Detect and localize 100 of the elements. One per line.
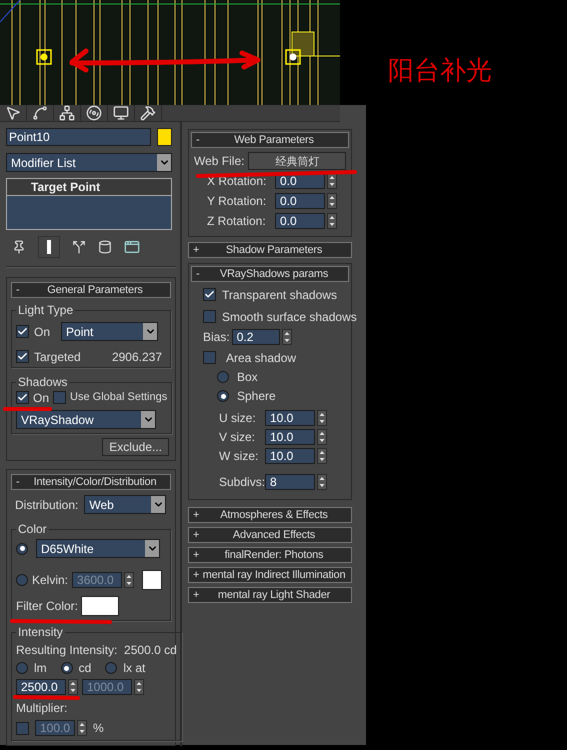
annotation-label: 阳台补光 [388,56,492,86]
rollout-header[interactable]: + finalRender: Photons [188,547,352,563]
group-label: Light Type [17,304,74,316]
radio-label: Box [237,371,258,383]
target-distance: 2906.237 [112,350,162,362]
color-swatch[interactable] [142,570,162,590]
spinner-arrows-icon[interactable] [134,679,144,695]
spinner-field[interactable]: 10.0 [265,448,315,464]
spinner-arrows-icon[interactable] [317,429,327,445]
field-label: Kelvin: [32,574,68,586]
radio-button[interactable] [105,662,118,674]
color-swatch[interactable] [157,128,172,146]
spinner-arrows-icon[interactable] [282,329,292,345]
checkbox[interactable] [16,391,29,404]
rollout-header[interactable]: + mental ray Light Shader [188,587,352,603]
spinner-arrows-icon[interactable] [317,410,327,426]
rollout-header[interactable]: + Advanced Effects [188,527,352,543]
wheel-icon [86,105,102,121]
rollout-header[interactable]: + Shadow Parameters [188,242,352,258]
checkbox-label: On [33,392,50,404]
radio-button[interactable] [16,662,28,674]
spinner-arrows-icon[interactable] [77,720,87,736]
radio-label: lm [34,662,47,674]
radio-label: cd [78,662,92,674]
checkbox-label: Area shadow [226,352,296,364]
spinner-field[interactable]: 2500.0 [16,679,66,695]
field-label: Multiplier: [16,701,68,715]
rollout-header[interactable]: - Intensity/Color/Distribution [11,474,171,490]
exclude-button[interactable]: Exclude... [102,438,169,456]
cylinder-icon[interactable] [98,240,112,254]
rollout-header[interactable]: + Atmospheres & Effects [188,507,352,523]
resulting-intensity: Resulting Intensity: 2500.0 cd [16,643,177,657]
caret-icon [145,540,159,557]
field-label: W size: [219,449,258,463]
field-label: V size: [219,430,256,444]
annotation-underline [13,695,80,700]
spinner-field[interactable]: 0.2 [232,329,280,345]
radio-button[interactable] [217,371,229,383]
spinner-field[interactable]: 10.0 [265,410,315,426]
spinner-field[interactable]: 10.0 [265,429,315,445]
color-swatch[interactable] [81,596,120,616]
dropdown[interactable]: Point [61,322,158,341]
rollout-header[interactable]: - General Parameters [11,282,171,298]
rollout-header[interactable]: + mental ray Indirect Illumination [188,567,352,583]
field-label: Bias: [203,331,230,343]
object-name-field[interactable]: Point10 [6,128,151,146]
rollout-header[interactable]: - VRayShadows params [191,266,349,282]
field-label: Filter Color: [16,600,78,612]
dropdown[interactable]: D65White [36,539,160,558]
pin-icon[interactable] [12,240,26,254]
field-label: Z Rotation: [207,214,266,228]
checkbox[interactable] [16,350,29,363]
dropdown[interactable]: Web [84,495,166,514]
monitor-icon [113,105,129,121]
stack-item[interactable]: Target Point [7,179,171,196]
checkbox-label: Use Global Settings [70,392,168,403]
checkbox[interactable] [203,310,216,323]
spinner-arrows-icon[interactable] [124,572,134,588]
checkbox-label: Targeted [34,350,81,362]
hierarchy-icon [59,105,75,121]
radio-label: Sphere [237,390,276,402]
dropdown[interactable]: Modifier List [6,153,172,172]
checkbox[interactable] [53,391,66,404]
caret-icon [157,154,171,171]
radio-button[interactable] [60,662,73,674]
window-icon[interactable] [124,239,140,255]
dropdown[interactable]: VRayShadow [16,410,156,429]
field-label: Subdivs: [219,475,266,489]
caret-icon [151,496,166,513]
spinner-field[interactable]: 0.0 [275,193,325,209]
spinner-arrows-icon[interactable] [317,448,327,464]
rollout-header[interactable]: - Web Parameters [191,132,349,148]
field-label: U size: [219,411,256,425]
checkbox[interactable] [203,351,216,364]
checkbox-label: Smooth surface shadows [222,310,357,322]
field-label: Web File: [194,155,244,167]
checkbox[interactable] [203,288,216,301]
group-label: Shadows [17,376,68,388]
spinner-field[interactable]: 0.0 [275,213,325,229]
fork-icon[interactable] [72,240,86,254]
radio-button[interactable] [16,542,28,554]
curve-icon [32,105,48,121]
radio-button[interactable] [217,390,229,402]
spinner-arrows-icon[interactable] [68,679,78,695]
spinner-field[interactable]: 8 [265,474,315,490]
checkbox[interactable] [16,325,29,338]
spinner-arrows-icon[interactable] [327,213,337,229]
spinner-arrows-icon[interactable] [317,474,327,490]
caret-icon [143,323,158,340]
annotation-underline [3,407,52,411]
spinner-arrows-icon[interactable] [327,193,337,209]
web-file-button[interactable]: 经典筒灯 [248,152,346,170]
spinner-arrows-icon[interactable] [327,173,337,189]
unit-label: % [93,722,104,734]
field-label: Distribution: [15,498,78,510]
group-label: Intensity [17,626,64,638]
checkbox-label: Transparent shadows [222,288,337,300]
show-end-icon[interactable] [38,236,60,258]
group-label: Color [17,523,48,535]
radio-label: lx at [123,662,146,674]
